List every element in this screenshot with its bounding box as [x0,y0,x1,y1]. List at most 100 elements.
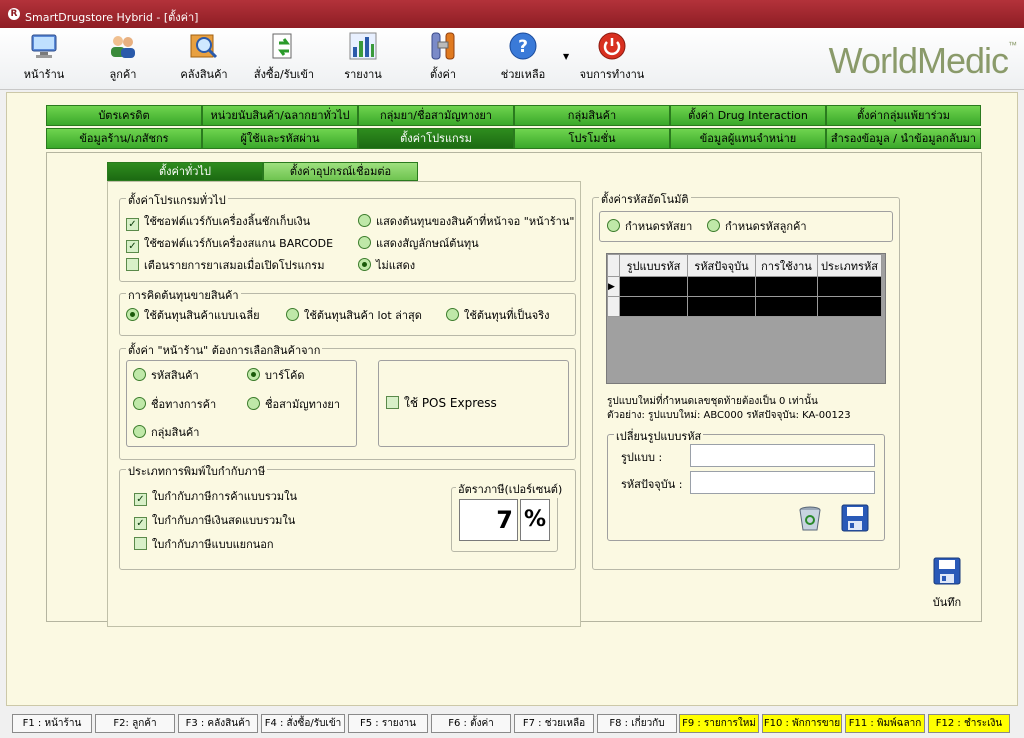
customers-icon [111,36,135,58]
column-header[interactable]: การใช้งาน [755,254,818,277]
cash-tax-inclusive-checkbox[interactable]: ✓ ใบกำกับภาษีเงินสดแบบรวมใน [134,513,295,530]
drug-code-radio[interactable]: กำหนดรหัสยา [607,219,692,235]
window-title: SmartDrugstore Hybrid - [ตั้งค่า] [25,11,199,24]
main-toolbar: หน้าร้าน ลูกค้า คลังสินค้า สั่งซื้อ/รับเ… [0,28,1024,90]
drug-alert-checkbox[interactable]: เตือนรายการยาเสมอเมื่อเปิดโปรแกรม [126,258,324,274]
floppy-disk-icon [933,557,961,585]
save-format-icon[interactable] [840,503,870,533]
generic-name-radio[interactable]: ชื่อสามัญทางยา [247,397,340,413]
format-input[interactable] [690,444,875,467]
toolbar-help-button[interactable]: ? ช่วยเหลือ [498,31,548,87]
radio-on [247,368,260,381]
toolbar-inventory-button[interactable]: คลังสินค้า [178,31,230,87]
group-title: ตั้งค่ารหัสอัตโนมัติ [599,190,691,208]
radio-off [133,397,146,410]
group-title: ตั้งค่า "หน้าร้าน" ต้องการเลือกสินค้าจาก [126,341,323,359]
radio-off [247,397,260,410]
svg-text:?: ? [518,37,528,57]
tab-backup-restore[interactable]: สำรองข้อมูล / นำข้อมูลกลับมา [826,128,981,149]
f7-key[interactable]: F7 : ช่วยเหลือ [514,714,594,733]
f1-key[interactable]: F1 : หน้าร้าน [12,714,92,733]
latest-lot-cost-radio[interactable]: ใช้ต้นทุนสินค้า lot ล่าสุด [286,308,422,324]
show-cost-symbol-radio[interactable]: แสดงสัญลักษณ์ต้นทุน [358,236,479,252]
radio-off [707,219,720,232]
column-header[interactable]: รหัสปัจจุบัน [687,254,756,277]
column-header[interactable]: รูปแบบรหัส [619,254,688,277]
help-icon: ? [509,32,537,60]
radio-off [607,219,620,232]
f9-key[interactable]: F9 : รายการใหม่ [679,714,759,733]
tab-users[interactable]: ผู้ใช้และรหัสผ่าน [202,128,358,149]
radio-on [358,258,371,271]
avg-cost-radio[interactable]: ใช้ต้นทุนสินค้าแบบเฉลี่ย [126,308,260,324]
format-label: รูปแบบ : [621,451,663,464]
group-title: การคิดต้นทุนขายสินค้า [126,286,241,304]
f10-key[interactable]: F10 : พักการขาย [762,714,842,733]
show-cost-radio[interactable]: แสดงต้นทุนของสินค้าที่หน้าจอ "หน้าร้าน" [358,214,574,230]
tab-product-groups[interactable]: กลุ่มสินค้า [514,105,670,126]
trade-name-radio[interactable]: ชื่อทางการค้า [133,397,216,413]
checkbox-checked: ✓ [134,493,147,506]
help-dropdown-arrow-icon[interactable]: ▼ [563,52,569,61]
current-code-input[interactable] [690,471,875,494]
trade-tax-inclusive-checkbox[interactable]: ✓ ใบกำกับภาษีการค้าแบบรวมใน [134,489,297,506]
f6-key[interactable]: F6 : ตั้งค่า [431,714,511,733]
f4-key[interactable]: F4 : สั่งซื้อ/รับเข้า [261,714,345,733]
f12-key[interactable]: F12 : ชำระเงิน [928,714,1010,733]
subtab-general[interactable]: ตั้งค่าทั่วไป [107,162,263,181]
tab-store-info[interactable]: ข้อมูลร้าน/เภสัชกร [46,128,202,149]
table-row[interactable] [607,296,882,317]
product-code-radio[interactable]: รหัสสินค้า [133,368,199,384]
radio-off [358,214,371,227]
tax-rate-input[interactable]: 7 [459,499,518,541]
cash-drawer-checkbox[interactable]: ✓ ใช้ซอฟต์แวร์กับเครื่องลิ้นชักเก็บเงิน [126,214,310,231]
tab-promotions[interactable]: โปรโมชั่น [514,128,670,149]
tab-drug-interaction[interactable]: ตั้งค่า Drug Interaction [670,105,826,126]
toolbar-exit-button[interactable]: จบการทำงาน [578,31,646,87]
subtab-devices[interactable]: ตั้งค่าอุปกรณ์เชื่อมต่อ [263,162,418,181]
save-button[interactable]: บันทึก [926,556,968,611]
checkbox-unchecked [134,537,147,550]
checkbox-unchecked [126,258,139,271]
f2-key[interactable]: F2: ลูกค้า [95,714,175,733]
code-format-grid[interactable]: รูปแบบรหัส รหัสปัจจุบัน การใช้งาน ประเภท… [606,253,886,384]
tab-distributors[interactable]: ข้อมูลผู้แทนจำหน่าย [670,128,826,149]
product-group-radio[interactable]: กลุ่มสินค้า [133,425,199,441]
row-selector-icon: ▶ [607,276,620,297]
hide-cost-radio[interactable]: ไม่แสดง [358,258,415,274]
checkbox-unchecked [386,396,399,409]
radio-off [446,308,459,321]
checkbox-checked: ✓ [134,517,147,530]
radio-off [133,368,146,381]
column-header[interactable]: ประเภทรหัส [817,254,882,277]
pos-express-checkbox[interactable]: ใช้ POS Express [386,395,497,411]
toolbar-report-button[interactable]: รายงาน [340,31,386,87]
app-logo-icon: R [8,8,20,20]
recycle-bin-icon[interactable] [795,503,825,533]
tab-credit-card[interactable]: บัตรเครดิต [46,105,202,126]
barcode-scanner-checkbox[interactable]: ✓ ใช้ซอฟต์แวร์กับเครื่องสแกน BARCODE [126,236,333,253]
current-code-label: รหัสปัจจุบัน : [621,478,683,491]
toolbar-settings-button[interactable]: ตั้งค่า [420,31,466,87]
actual-cost-radio[interactable]: ใช้ต้นทุนที่เป็นจริง [446,308,550,324]
tab-allergy-groups[interactable]: ตั้งค่ากลุ่มแพ้ยาร่วม [826,105,981,126]
toolbar-frontstore-button[interactable]: หน้าร้าน [18,31,70,87]
power-icon [598,32,626,60]
toolbar-customer-button[interactable]: ลูกค้า [100,31,146,87]
toolbar-purchase-button[interactable]: สั่งซื้อ/รับเข้า [252,31,316,87]
monitor-icon [31,34,57,58]
tab-units-labels[interactable]: หน่วยนับสินค้า/ฉลากยาทั่วไป [202,105,358,126]
customer-code-radio[interactable]: กำหนดรหัสลูกค้า [707,219,807,235]
f8-key[interactable]: F8 : เกี่ยวกับ [597,714,677,733]
f5-key[interactable]: F5 : รายงาน [348,714,428,733]
checkbox-checked: ✓ [126,240,139,253]
table-row[interactable]: ▶ [607,276,882,297]
f11-key[interactable]: F11 : พิมพ์ฉลาก [845,714,925,733]
percent-label: % [520,499,550,541]
tab-program-settings[interactable]: ตั้งค่าโปรแกรม [358,128,514,149]
tab-drug-groups[interactable]: กลุ่มยา/ชื่อสามัญทางยา [358,105,514,126]
tax-exclusive-checkbox[interactable]: ใบกำกับภาษีแบบแยกนอก [134,537,274,553]
f3-key[interactable]: F3 : คลังสินค้า [178,714,258,733]
barcode-radio[interactable]: บาร์โค้ด [247,368,304,384]
report-chart-icon [349,32,377,60]
